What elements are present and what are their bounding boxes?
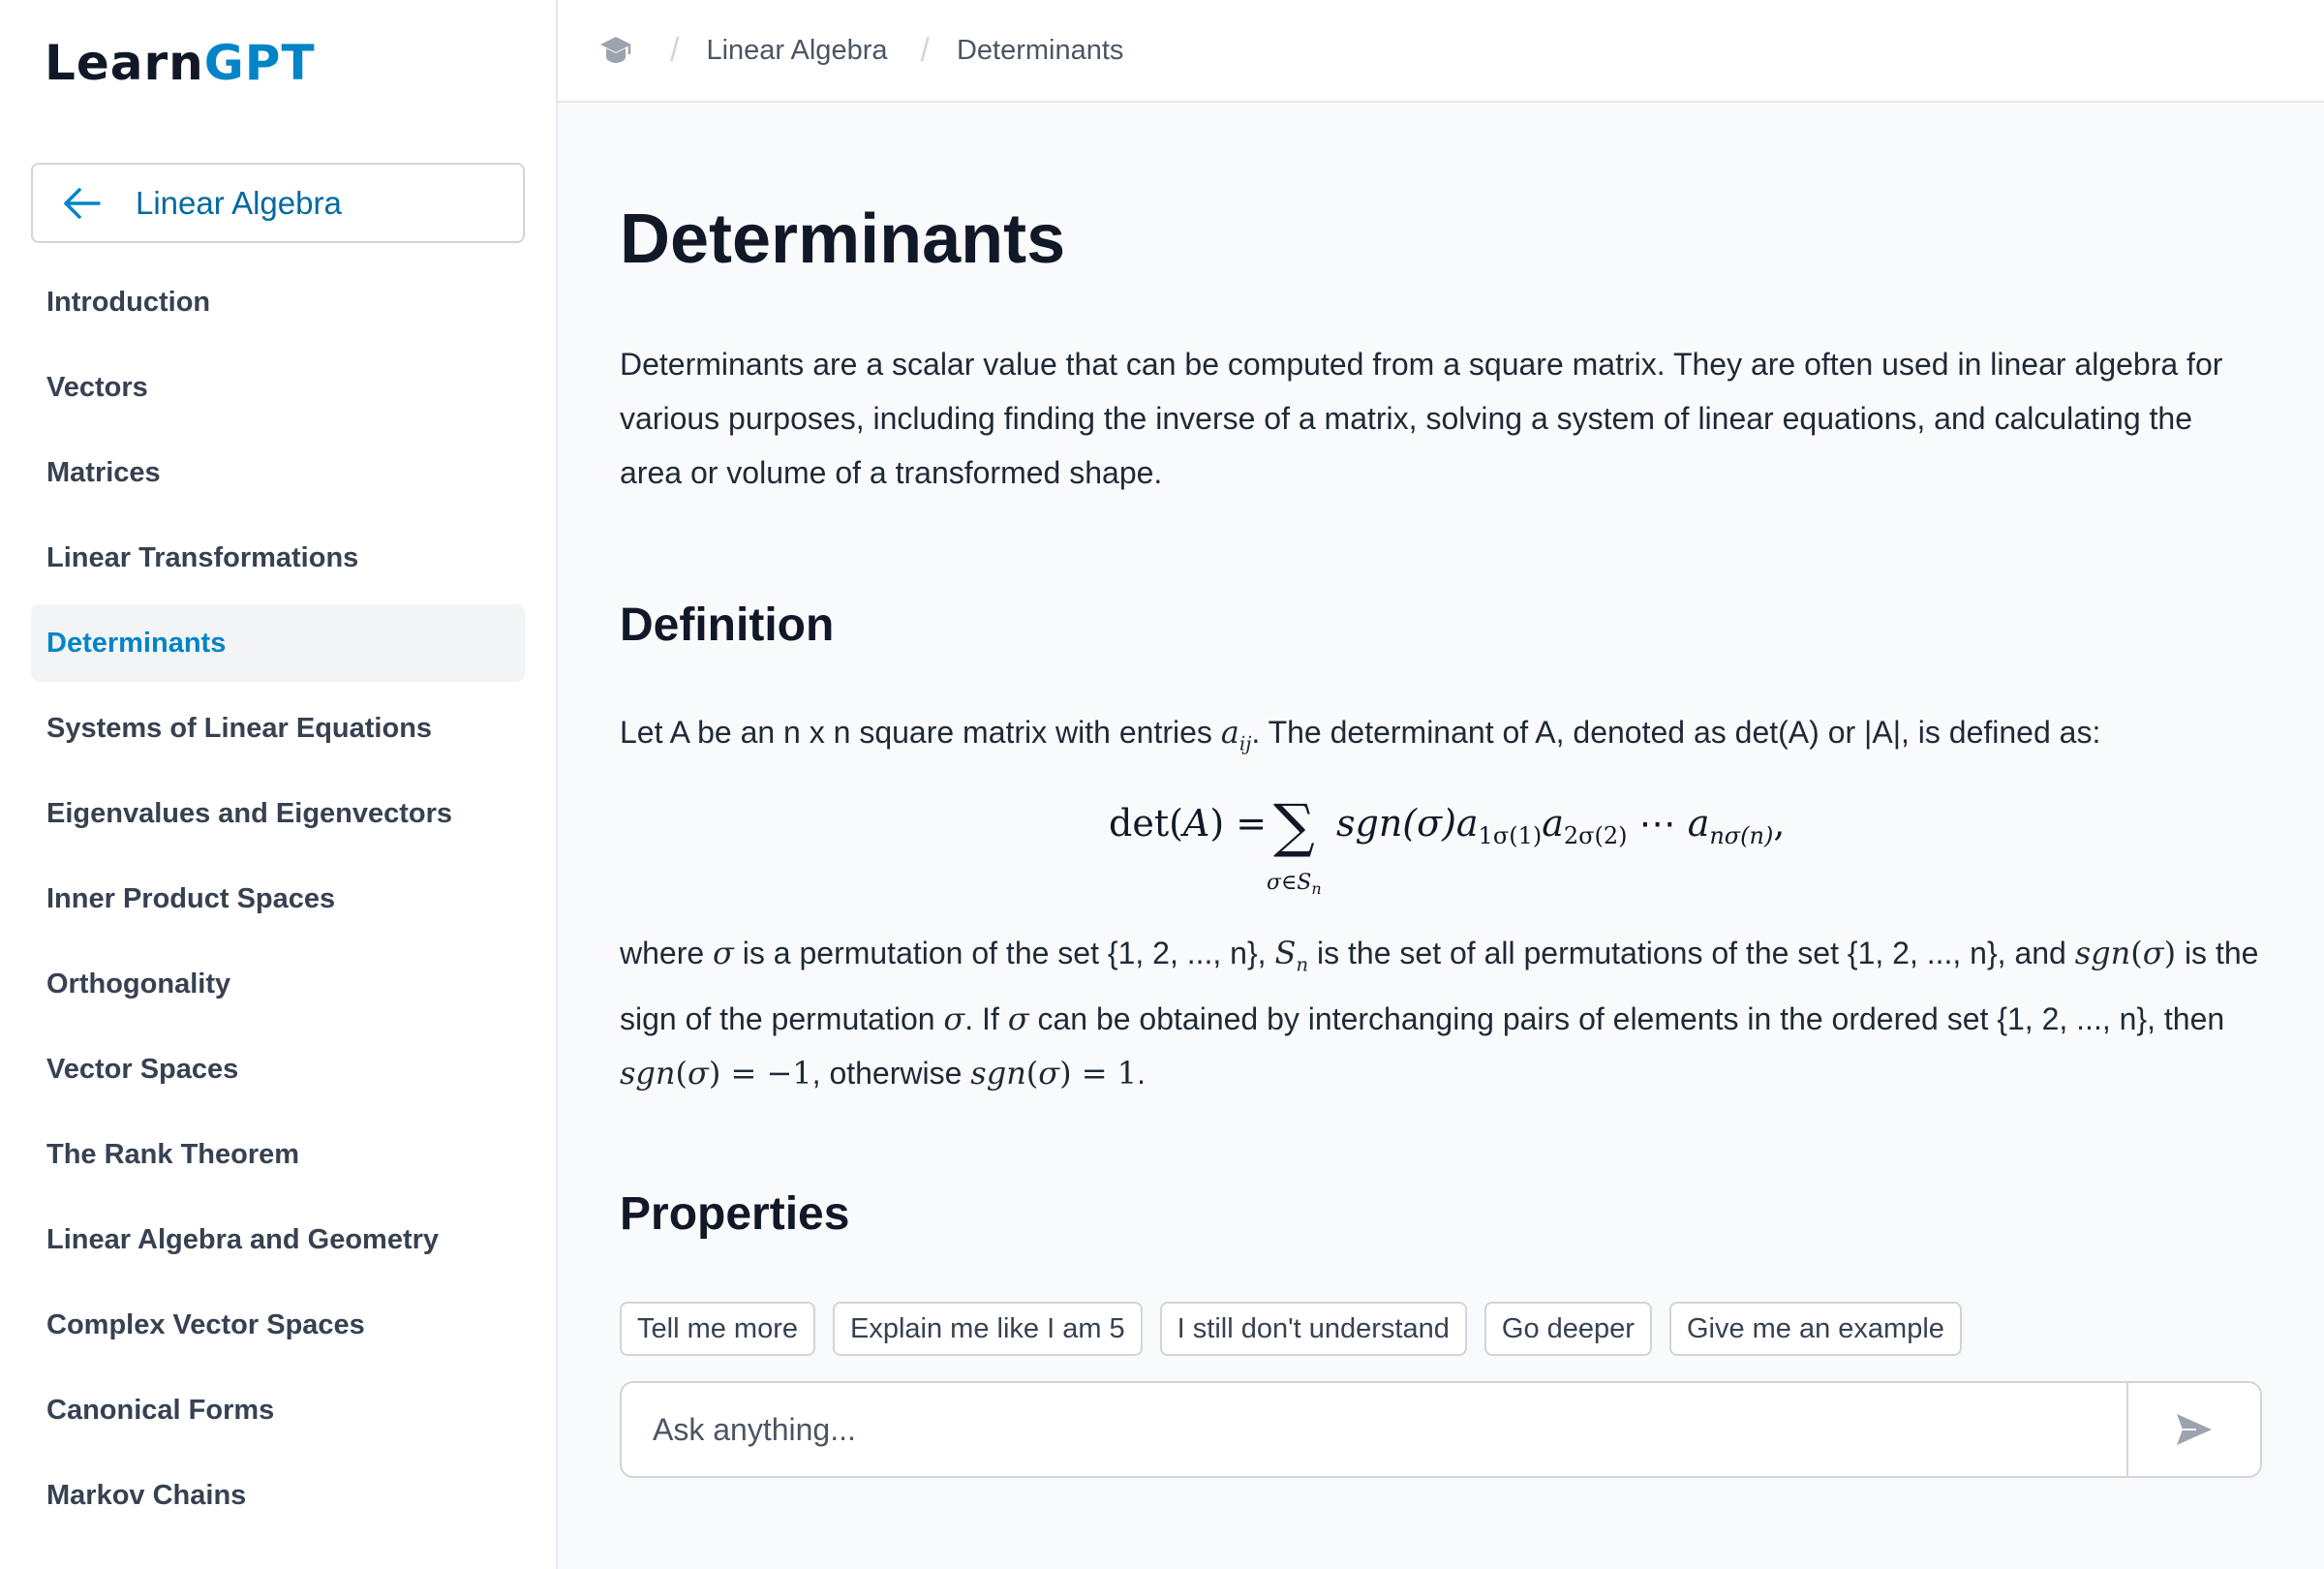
svg-text:∑: ∑ bbox=[1273, 792, 1315, 860]
suggestion-chip[interactable]: Give me an example bbox=[1668, 1302, 1962, 1356]
logo-gpt: GPT bbox=[203, 35, 316, 91]
explanation-text: . If bbox=[964, 1001, 1008, 1037]
explanation-text: is the set of all permutations of the se… bbox=[1308, 936, 2075, 970]
math-sgn-pos: sgn bbox=[970, 1055, 1026, 1092]
sidebar-item[interactable]: Linear Algebra and Geometry bbox=[31, 1201, 525, 1278]
sidebar-item[interactable]: Canonical Forms bbox=[31, 1371, 525, 1449]
explanation-text: where bbox=[620, 936, 714, 970]
logo[interactable]: LearnGPT bbox=[45, 35, 316, 91]
breadcrumb-course[interactable]: Linear Algebra bbox=[706, 35, 887, 67]
sidebar: LearnGPT Linear Algebra Introduction Vec… bbox=[0, 0, 558, 1569]
properties-heading: Properties bbox=[620, 1188, 850, 1240]
explanation-text: . bbox=[1137, 1056, 1147, 1092]
suggestion-chip[interactable]: I still don't understand bbox=[1159, 1302, 1467, 1356]
back-button-label: Linear Algebra bbox=[136, 184, 342, 221]
ask-input[interactable] bbox=[622, 1383, 2126, 1476]
math-neg-one: (σ) = −1 bbox=[675, 1055, 812, 1092]
svg-text:det(A) =: det(A) = bbox=[1109, 802, 1267, 845]
explanation-text: , otherwise bbox=[811, 1056, 971, 1092]
arrow-left-icon bbox=[62, 186, 105, 221]
math-sgn-sigma: sgn bbox=[2074, 935, 2131, 971]
sidebar-item[interactable]: Vectors bbox=[31, 349, 525, 426]
logo-learn: Learn bbox=[45, 35, 204, 91]
svg-text:σ∈Sn: σ∈Sn bbox=[1267, 871, 1322, 898]
definition-heading: Definition bbox=[620, 600, 835, 651]
explanation-text: is a permutation of the set {1, 2, ..., … bbox=[733, 936, 1275, 970]
sidebar-item[interactable]: Introduction bbox=[31, 263, 525, 341]
sidebar-item[interactable]: Inner Product Spaces bbox=[31, 860, 525, 938]
math-sigma: σ bbox=[943, 1000, 965, 1038]
math-paren: (σ) bbox=[2130, 935, 2177, 971]
definition-paragraph: Let A be an n x n square matrix with ent… bbox=[620, 705, 2262, 771]
suggestion-chip[interactable]: Tell me more bbox=[620, 1302, 815, 1356]
sidebar-item[interactable]: Vector Spaces bbox=[31, 1031, 525, 1108]
math-pos-one: (σ) = 1 bbox=[1025, 1055, 1138, 1092]
sidebar-item[interactable]: Matrices bbox=[31, 434, 525, 511]
sidebar-item[interactable]: Markov Chains bbox=[31, 1457, 525, 1534]
sidebar-nav: Introduction Vectors Matrices Linear Tra… bbox=[31, 263, 525, 1542]
intro-paragraph: Determinants are a scalar value that can… bbox=[620, 347, 2223, 490]
back-to-course-button[interactable]: Linear Algebra bbox=[31, 163, 525, 243]
explanation-text: can be obtained by interchanging pairs o… bbox=[1028, 1001, 2225, 1037]
math-Sn: Sn bbox=[1274, 935, 1309, 976]
sidebar-item[interactable]: Linear Transformations bbox=[31, 519, 525, 597]
sidebar-item[interactable]: Complex Vector Spaces bbox=[31, 1286, 525, 1364]
suggestion-chip[interactable]: Go deeper bbox=[1483, 1302, 1652, 1356]
explanation-paragraph: where σ is a permutation of the set {1, … bbox=[620, 926, 2262, 1100]
graduation-cap-icon[interactable] bbox=[598, 31, 637, 70]
sidebar-item[interactable]: The Rank Theorem bbox=[31, 1116, 525, 1193]
definition-text-a: Let A be an n x n square matrix with ent… bbox=[620, 715, 1221, 750]
suggestion-chip[interactable]: Explain me like I am 5 bbox=[833, 1302, 1143, 1356]
ask-box bbox=[620, 1381, 2262, 1478]
sidebar-item-active[interactable]: Determinants bbox=[31, 604, 525, 682]
math-aij: aij bbox=[1220, 714, 1252, 755]
svg-text:sgn(σ)a1σ(1)a2σ(2) ⋯ anσ(n),: sgn(σ)a1σ(1)a2σ(2) ⋯ anσ(n), bbox=[1336, 802, 1785, 849]
math-sigma: σ bbox=[713, 935, 734, 971]
breadcrumb-separator: / bbox=[670, 31, 680, 69]
page-title: Determinants bbox=[620, 200, 1066, 278]
determinant-formula: det(A) = ∑ σ∈Sn sgn(σ)a1σ(1)a2σ(2) ⋯ anσ… bbox=[1109, 792, 1806, 899]
breadcrumb-separator: / bbox=[920, 31, 930, 69]
sidebar-item[interactable]: Systems of Linear Equations bbox=[31, 690, 525, 767]
send-icon bbox=[2177, 1414, 2212, 1445]
definition-text-b: . The determinant of A, denoted as det(A… bbox=[1251, 715, 2101, 750]
sidebar-item[interactable]: Orthogonality bbox=[31, 945, 525, 1023]
breadcrumb-page: Determinants bbox=[956, 34, 1124, 66]
suggestion-chips: Tell me more Explain me like I am 5 I st… bbox=[620, 1302, 1962, 1356]
sidebar-item[interactable]: Eigenvalues and Eigenvectors bbox=[31, 775, 525, 852]
breadcrumb: / Linear Algebra / Determinants bbox=[558, 0, 2324, 103]
send-button[interactable] bbox=[2126, 1383, 2260, 1476]
math-sigma: σ bbox=[1007, 1000, 1029, 1038]
math-sgn-neg: sgn bbox=[620, 1055, 676, 1092]
